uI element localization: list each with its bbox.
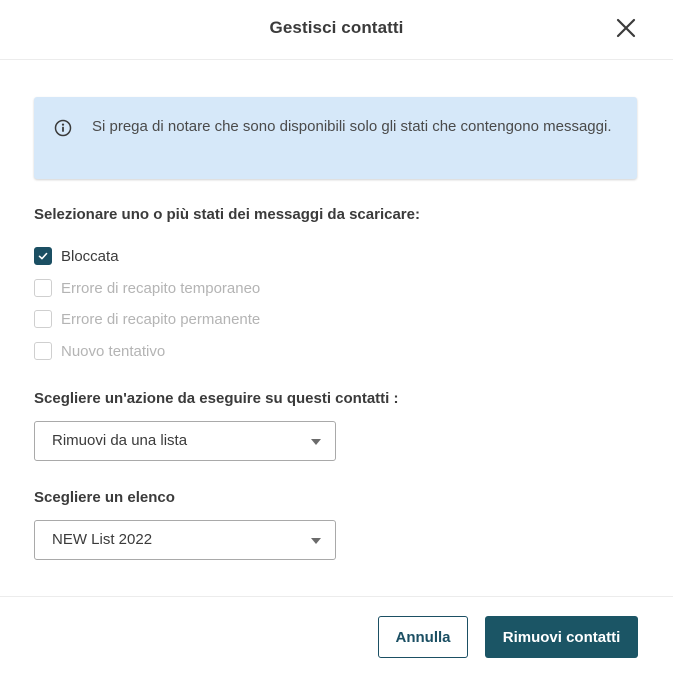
action-select-value: Rimuovi da una lista: [52, 432, 188, 449]
info-message: Si prega di notare che sono disponibili …: [92, 118, 612, 135]
list-select-value: NEW List 2022: [52, 531, 153, 548]
checkbox-label: Bloccata: [61, 247, 119, 265]
close-icon: [616, 18, 636, 38]
checkbox-nuovo-tentativo: Nuovo tentativo: [34, 341, 165, 361]
list-label: Scegliere un elenco: [34, 489, 175, 506]
caret-down-icon: [311, 538, 321, 544]
checkbox-box: [34, 279, 52, 297]
checkbox-bloccata[interactable]: Bloccata: [34, 246, 119, 266]
action-select[interactable]: Rimuovi da una lista: [34, 421, 336, 461]
status-section-label: Selezionare uno o più stati dei messaggi…: [34, 206, 420, 223]
remove-contacts-button[interactable]: Rimuovi contatti: [485, 616, 638, 658]
cancel-button[interactable]: Annulla: [378, 616, 468, 658]
checkbox-box: [34, 342, 52, 360]
dialog-footer: Annulla Rimuovi contatti: [0, 596, 673, 673]
checkbox-label: Nuovo tentativo: [61, 342, 166, 360]
checkbox-label: Errore di recapito permanente: [61, 310, 261, 328]
dialog-header: Gestisci contatti: [0, 0, 673, 60]
close-button[interactable]: [610, 12, 642, 44]
info-banner: Si prega di notare che sono disponibili …: [34, 97, 637, 179]
checkmark-icon: [38, 252, 48, 260]
list-select[interactable]: NEW List 2022: [34, 520, 336, 560]
checkbox-box[interactable]: [34, 247, 52, 265]
checkbox-errore-temporaneo: Errore di recapito temporaneo: [34, 278, 260, 298]
checkbox-label: Errore di recapito temporaneo: [61, 279, 261, 297]
checkbox-box: [34, 310, 52, 328]
action-label: Scegliere un'azione da eseguire su quest…: [34, 390, 399, 407]
checkbox-errore-permanente: Errore di recapito permanente: [34, 309, 260, 329]
dialog-title: Gestisci contatti: [269, 18, 404, 37]
info-icon: [54, 119, 72, 137]
caret-down-icon: [311, 439, 321, 445]
manage-contacts-dialog: Gestisci contatti Si prega di notare che…: [0, 0, 673, 673]
